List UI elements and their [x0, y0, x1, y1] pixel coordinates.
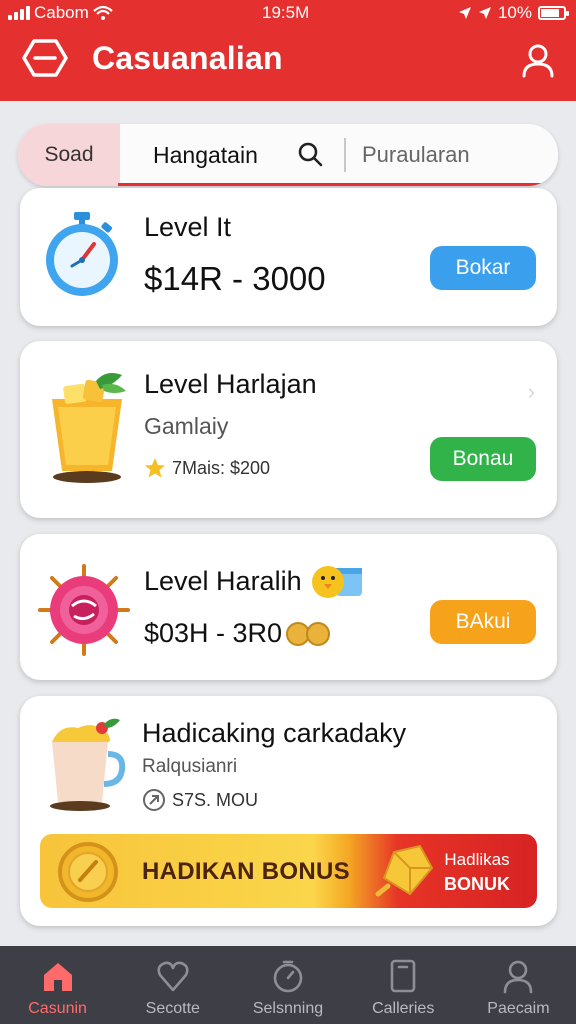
- filter-bar: Soad Hangatain: [18, 124, 558, 186]
- page-title: Casuanalian: [92, 40, 283, 76]
- tablet-icon: [390, 959, 416, 993]
- nav-item-timer[interactable]: Selsnning: [230, 946, 345, 1024]
- smoothie-cup-icon: [50, 718, 126, 811]
- bonus-banner[interactable]: HADIKAN BONUS Hadlikas BONUK: [40, 834, 537, 908]
- gold-coin-icon: [58, 842, 118, 902]
- bottom-nav: Casunin Secotte Selsnning Calleries Paec…: [0, 946, 576, 1024]
- card-meta: S7S. MOU: [172, 789, 259, 810]
- banner-right-line1: Hadlikas: [444, 850, 510, 869]
- nav-label: Calleries: [372, 1000, 435, 1017]
- person-icon: [504, 960, 533, 994]
- nav-item-home[interactable]: Casunin: [0, 946, 115, 1024]
- status-time: 19:5M: [262, 3, 310, 22]
- stopwatch-icon: [46, 212, 118, 296]
- filter-chip[interactable]: Soad: [18, 124, 120, 186]
- level-card[interactable]: Level Haralih $03H - 3R0 BAkui: [20, 534, 557, 680]
- profile-icon[interactable]: [520, 42, 556, 78]
- juice-glass-icon: [52, 373, 126, 483]
- carrier-label: Cabom: [34, 3, 89, 22]
- nav-label: Paecaim: [487, 1000, 550, 1017]
- star-icon: [145, 458, 165, 478]
- battery-percent: 10%: [497, 3, 532, 22]
- status-bar: Cabom 19:5M 10%: [0, 0, 576, 26]
- hexagon-back-icon[interactable]: [22, 38, 68, 78]
- nav-label: Selsnning: [252, 1000, 324, 1017]
- banner-right-line2: BONUK: [444, 874, 510, 894]
- nav-item-favorites[interactable]: Secotte: [115, 946, 230, 1024]
- card-subtitle: Ralqusianri: [142, 756, 238, 777]
- chevron-right-icon[interactable]: ›: [528, 379, 535, 405]
- bokar-button[interactable]: Bokar: [430, 246, 536, 290]
- card-meta: 7Mais: $200: [172, 457, 271, 478]
- card-title: Hadicaking carkadaky: [142, 718, 407, 748]
- category-dropdown[interactable]: Hangatain: [153, 142, 258, 169]
- nav-label: Secotte: [145, 1000, 200, 1017]
- search-icon[interactable]: [296, 140, 324, 168]
- bonus-card[interactable]: Hadicaking carkadaky Ralqusianri S7S. MO…: [20, 696, 557, 926]
- battery-icon: [538, 6, 569, 20]
- card-title: Level Haralih: [144, 565, 302, 596]
- gold-gem-icon: [375, 844, 434, 897]
- wifi-icon: [93, 5, 113, 20]
- card-price: $03H - 3R0: [144, 618, 283, 648]
- card-title: Level It: [144, 212, 232, 242]
- chick-cup-icon: [311, 566, 362, 598]
- level-card[interactable]: Level It $14R - 3000 Bokar: [20, 188, 557, 326]
- coins-icon: [286, 621, 331, 646]
- pink-badge-icon: [38, 564, 130, 656]
- timer-icon: [273, 960, 303, 993]
- card-subtitle: Gamlaiy: [144, 413, 229, 439]
- arrow-circle-icon: [143, 789, 165, 811]
- level-card[interactable]: › Level Harlajan Gamlaiy 7Mais: $200 Bon…: [20, 341, 557, 518]
- card-price: $14R - 3000: [144, 260, 326, 297]
- banner-title: HADIKAN BONUS: [142, 858, 350, 885]
- nav-label: Casunin: [28, 1000, 87, 1017]
- bonau-button[interactable]: Bonau: [430, 437, 536, 481]
- navigation-arrow-icon: [478, 7, 491, 19]
- heart-icon: [157, 961, 189, 992]
- bakui-button[interactable]: BAkui: [430, 600, 536, 644]
- home-icon: [43, 963, 72, 991]
- search-input[interactable]: [362, 138, 542, 172]
- nav-item-profile[interactable]: Paecaim: [461, 946, 576, 1024]
- app-header: Cabom 19:5M 10% Casuanalian: [0, 0, 576, 101]
- card-title: Level Harlajan: [144, 369, 317, 399]
- location-arrow-icon: [458, 7, 471, 19]
- signal-icon: [8, 6, 30, 20]
- divider: [344, 138, 346, 172]
- nav-item-galleries[interactable]: Calleries: [346, 946, 461, 1024]
